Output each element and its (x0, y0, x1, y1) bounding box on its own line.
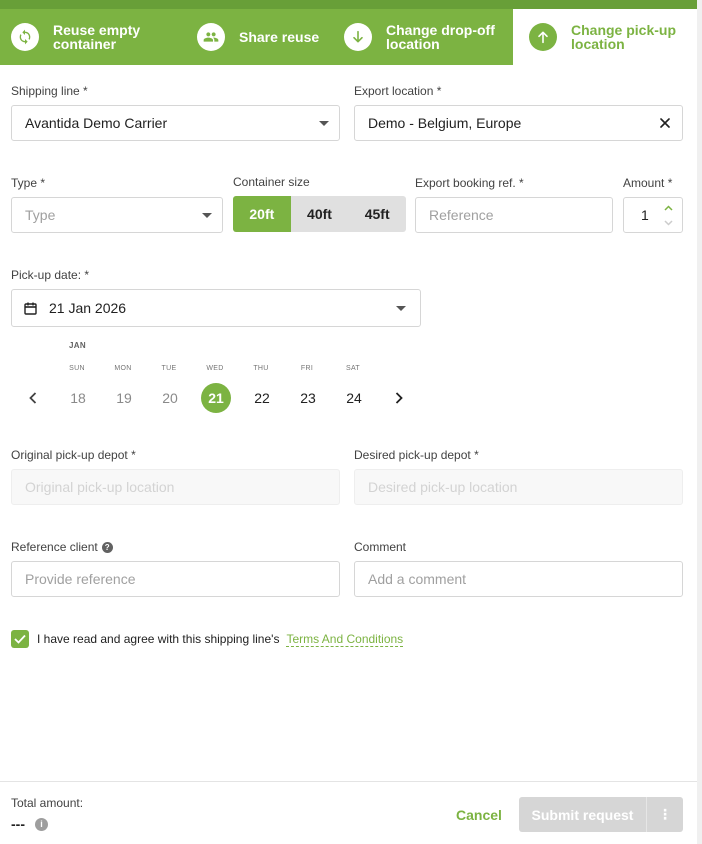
calendar-dow: FRI (300, 365, 314, 372)
chevron-right-icon[interactable] (389, 388, 409, 408)
reference-client-placeholder: Provide reference (25, 571, 136, 587)
desired-depot-label: Desired pick-up depot * (354, 448, 479, 462)
calendar-dow: THU (253, 365, 269, 372)
shipping-line-value: Avantida Demo Carrier (25, 115, 168, 131)
chevron-up-icon[interactable] (662, 200, 674, 215)
chevron-down-icon (202, 213, 212, 218)
calendar-month: JAN (69, 341, 86, 350)
help-icon[interactable]: ? (101, 542, 113, 554)
size-40ft-button[interactable]: 40ft (290, 196, 349, 232)
calendar-dow: TUE (161, 365, 177, 372)
amount-label: Amount * (623, 176, 673, 190)
calendar-dow: MON (114, 365, 132, 372)
comment-placeholder: Add a comment (368, 571, 467, 587)
tab-label: Change pick-up location (571, 22, 677, 52)
calendar-dow: SAT (346, 365, 360, 372)
tab-label: Change drop-off location (386, 22, 495, 52)
calendar-day[interactable]: 23 (293, 383, 323, 413)
calendar-icon (24, 302, 37, 315)
close-icon[interactable] (656, 114, 674, 132)
chevron-down-icon (319, 121, 329, 126)
container-size-label: Container size (233, 175, 310, 189)
calendar-day[interactable]: 24 (339, 383, 369, 413)
tab-change-drop-off-location[interactable]: Change drop-off location (344, 9, 509, 65)
people-icon (197, 23, 225, 51)
chevron-down-icon (396, 306, 406, 311)
calendar-day-selected[interactable]: 21 (201, 383, 231, 413)
chevron-down-icon[interactable] (662, 215, 674, 230)
shipping-line-label: Shipping line * (11, 84, 88, 98)
total-amount: --- i (11, 816, 48, 832)
terms-link[interactable]: Terms And Conditions (286, 632, 404, 647)
type-placeholder: Type (25, 207, 56, 223)
reference-client-label-row: Reference client? (11, 540, 113, 554)
info-icon[interactable]: i (35, 817, 48, 831)
more-options-icon[interactable]: ⋮ (647, 797, 683, 832)
type-label: Type * (11, 176, 46, 190)
type-select[interactable]: Type (11, 197, 223, 233)
shipping-line-select[interactable]: Avantida Demo Carrier (11, 105, 340, 141)
scrollbar[interactable] (697, 0, 702, 844)
chevron-left-icon[interactable] (23, 388, 43, 408)
calendar-day[interactable]: 18 (63, 383, 93, 413)
amount-value: 1 (641, 207, 649, 223)
export-location-label: Export location * (354, 84, 442, 98)
original-depot-placeholder: Original pick-up location (25, 479, 175, 495)
size-20ft-button[interactable]: 20ft (233, 196, 291, 232)
total-amount-value: --- (11, 816, 25, 832)
reference-client-label: Reference client (11, 540, 98, 554)
submit-request-button-group: Submit request ⋮ (519, 797, 683, 832)
amount-stepper[interactable]: 1 (623, 197, 683, 233)
calendar-day[interactable]: 22 (247, 383, 277, 413)
export-location-field[interactable]: Demo - Belgium, Europe (354, 105, 683, 141)
total-amount-label: Total amount: (11, 796, 84, 810)
comment-label: Comment (354, 540, 407, 554)
export-booking-ref-label: Export booking ref. * (415, 176, 524, 190)
cancel-button[interactable]: Cancel (444, 798, 514, 832)
desired-depot-input[interactable]: Desired pick-up location (354, 469, 683, 505)
pickup-date-select[interactable]: 21 Jan 2026 (11, 289, 421, 327)
tab-label: Reuse empty container (53, 22, 141, 52)
tab-label: Share reuse (239, 29, 320, 45)
agreement-text: I have read and agree with this shipping… (37, 632, 280, 646)
terms-agreement: I have read and agree with this shipping… (11, 630, 404, 648)
calendar-day[interactable]: 19 (109, 383, 139, 413)
container-size-toggle: 20ft 40ft 45ft (233, 196, 407, 232)
export-booking-ref-input[interactable]: Reference (415, 197, 613, 233)
calendar-dow: SUN (69, 365, 85, 372)
tab-reuse-empty-container[interactable]: Reuse empty container (11, 9, 186, 65)
action-tabs: Reuse empty container Share reuse Change… (0, 9, 702, 65)
desired-depot-placeholder: Desired pick-up location (368, 479, 518, 495)
submit-request-button[interactable]: Submit request (519, 797, 647, 832)
tab-change-pick-up-location[interactable]: Change pick-up location (513, 9, 702, 65)
calendar-day[interactable]: 20 (155, 383, 185, 413)
comment-input[interactable]: Add a comment (354, 561, 683, 597)
stepper-controls (662, 200, 674, 230)
reference-client-input[interactable]: Provide reference (11, 561, 340, 597)
top-accent-bar (0, 0, 702, 9)
sync-icon (11, 23, 39, 51)
original-depot-label: Original pick-up depot * (11, 448, 136, 462)
tab-share-reuse[interactable]: Share reuse (197, 9, 337, 65)
pickup-date-value: 21 Jan 2026 (49, 300, 127, 316)
footer-bar: Total amount: --- i Cancel Submit reques… (0, 781, 702, 844)
arrow-up-icon (529, 23, 557, 51)
pickup-date-label: Pick-up date: * (11, 268, 90, 282)
export-booking-ref-placeholder: Reference (429, 207, 494, 223)
agree-checkbox[interactable] (11, 630, 29, 648)
original-depot-input[interactable]: Original pick-up location (11, 469, 340, 505)
calendar-dow: WED (206, 365, 224, 372)
size-45ft-button[interactable]: 45ft (348, 196, 407, 232)
export-location-value: Demo - Belgium, Europe (368, 115, 522, 131)
arrow-down-icon (344, 23, 372, 51)
